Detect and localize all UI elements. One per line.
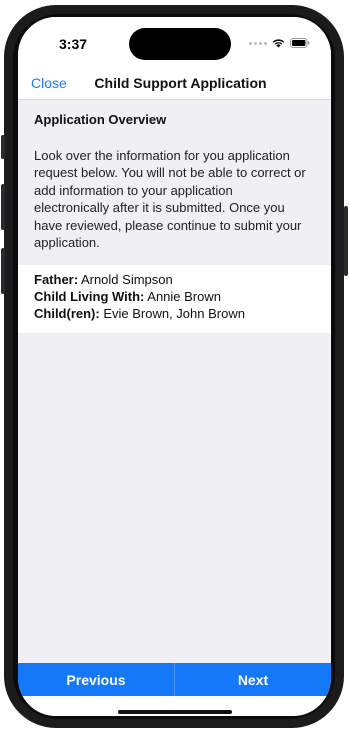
living-with-label: Child Living With: [34,289,145,304]
previous-button[interactable]: Previous [18,663,174,696]
section-heading: Application Overview [34,112,167,127]
action-button [1,135,5,159]
living-with-value: Annie Brown [144,289,221,304]
living-with-row: Child Living With: Annie Brown [34,289,221,304]
next-button[interactable]: Next [175,663,331,696]
overview-line: have reviewed, please continue to submit… [34,217,302,233]
overview-line: application. [34,235,100,251]
status-time: 3:37 [59,36,88,52]
overview-line: request below. You will not be able to c… [34,165,306,181]
overview-line: Look over the information for you applic… [34,148,290,163]
father-value: Arnold Simpson [78,272,173,287]
signal-dots-icon [249,41,267,45]
volume-up-button [1,184,5,230]
application-details-card: Father: Arnold Simpson Child Living With… [18,265,331,333]
home-indicator[interactable] [118,710,232,714]
status-bar: 3:37 [18,17,331,67]
power-button [344,206,348,276]
father-row: Father: Arnold Simpson [34,272,173,287]
wifi-icon [272,39,285,48]
overview-paragraph: Look over the information for you applic… [34,147,322,251]
page-title-wrap: Child Support Application [18,75,331,91]
overview-line: add information to your application [34,182,233,198]
father-label: Father: [34,272,79,287]
battery-icon [290,38,310,48]
page-title: Child Support Application [94,75,267,91]
overview-line: electronically after it is submitted. On… [34,200,285,216]
app-screen: 3:37 Close Child Support Application App… [18,17,331,716]
children-value: Evie Brown, John Brown [99,306,245,321]
navigation-bar: Close Child Support Application [18,67,331,100]
dynamic-island [129,28,231,60]
children-row: Child(ren): Evie Brown, John Brown [34,306,245,321]
bottom-action-bar: Previous Next [18,663,331,696]
status-icons [249,37,310,49]
volume-down-button [1,248,5,294]
children-label: Child(ren): [34,306,100,321]
